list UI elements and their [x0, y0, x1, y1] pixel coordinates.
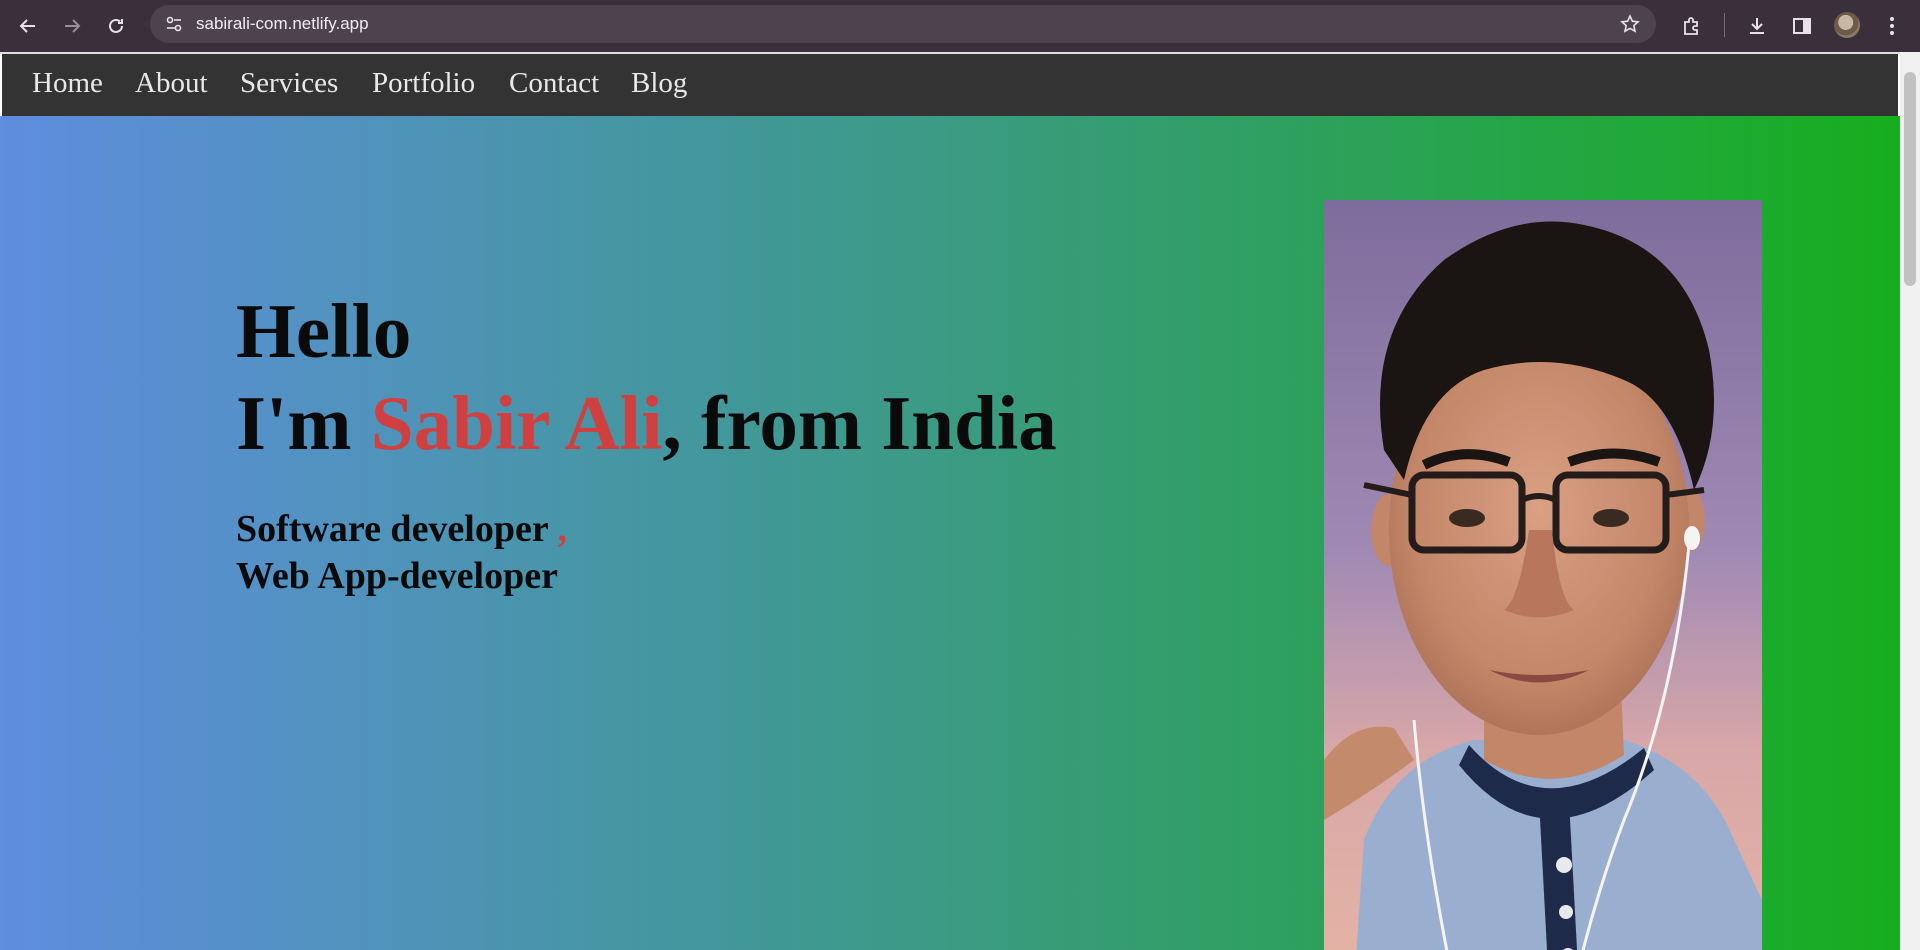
profile-avatar[interactable]: [1834, 12, 1860, 38]
hero-role-1: Software developer ,: [236, 506, 567, 552]
page-viewport: Home About Services Portfolio Contact Bl…: [0, 52, 1900, 950]
role-separator: ,: [557, 508, 568, 550]
nav-home[interactable]: Home: [32, 67, 103, 100]
reload-icon[interactable]: [100, 10, 132, 42]
bookmark-star-icon[interactable]: [1616, 10, 1644, 38]
back-icon[interactable]: [12, 10, 44, 42]
extensions-icon[interactable]: [1676, 10, 1708, 42]
nav-contact[interactable]: Contact: [509, 67, 599, 100]
address-bar[interactable]: sabirali-com.netlify.app: [150, 5, 1656, 43]
scrollbar-thumb[interactable]: [1904, 72, 1916, 286]
intro-prefix: I'm: [236, 380, 371, 466]
nav-services[interactable]: Services: [240, 67, 338, 100]
side-panel-icon[interactable]: [1786, 10, 1818, 42]
site-settings-icon[interactable]: [160, 10, 188, 38]
hero-role-2: Web App-developer: [236, 555, 558, 597]
intro-suffix: , from India: [662, 380, 1057, 466]
nav-portfolio[interactable]: Portfolio: [372, 67, 475, 100]
url-text[interactable]: sabirali-com.netlify.app: [196, 14, 369, 34]
browser-toolbar: sabirali-com.netlify.app: [0, 0, 1920, 52]
role-1-text: Software developer: [236, 508, 549, 550]
page-scrollbar[interactable]: [1900, 52, 1920, 950]
hero-greeting: Hello: [236, 288, 412, 374]
downloads-icon[interactable]: [1741, 10, 1773, 42]
hero-section: Hello I'm Sabir Ali, from India Software…: [0, 116, 1900, 950]
hero-intro: I'm Sabir Ali, from India: [236, 378, 1057, 468]
more-menu-icon[interactable]: [1876, 10, 1908, 42]
portrait-photo: [1324, 200, 1762, 950]
toolbar-divider: [1724, 13, 1725, 37]
site-navbar: Home About Services Portfolio Contact Bl…: [2, 54, 1898, 116]
forward-icon[interactable]: [56, 10, 88, 42]
hero-name: Sabir Ali: [370, 380, 663, 466]
nav-about[interactable]: About: [135, 67, 208, 100]
nav-blog[interactable]: Blog: [631, 67, 687, 100]
